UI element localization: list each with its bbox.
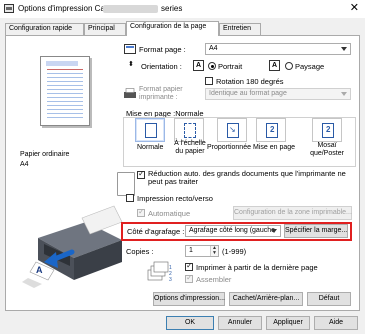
rotation-180-checkbox[interactable]: [205, 77, 213, 85]
printer-paper-icon: [124, 88, 136, 98]
stepper-arrows-icon[interactable]: ▲ ▼: [210, 246, 218, 256]
tab-principal[interactable]: Principal: [84, 23, 126, 35]
reduction-auto-label: Réduction auto. des grands documents que…: [148, 169, 346, 186]
print-options-window: Options d'impression Canon series ✕ Conf…: [0, 0, 365, 334]
layout-normale-label: Normale: [137, 144, 164, 151]
defaut-button[interactable]: Défaut: [307, 292, 351, 306]
agrafage-select[interactable]: Agrafage côté long (gauche: [185, 225, 281, 237]
cachet-arriere-plan-button[interactable]: Cachet/Arrière-plan...: [229, 292, 303, 306]
orientation-label: Orientation :: [141, 62, 182, 71]
format-papier-select[interactable]: Identique au format page: [205, 88, 351, 100]
paysage-a-icon: A: [269, 60, 280, 71]
options-impression-button[interactable]: Options d'impression...: [153, 292, 225, 306]
recto-verso-label: Impression recto/verso: [137, 194, 213, 203]
reduction-auto-checkbox[interactable]: [137, 169, 145, 179]
copies-value: 1: [189, 247, 193, 254]
paysage-radio[interactable]: [285, 62, 293, 70]
paysage-label: Paysage: [295, 62, 325, 71]
svg-text:3: 3: [169, 277, 172, 283]
automatique-label: Automatique: [148, 209, 191, 218]
format-papier-label-2: imprimante :: [139, 94, 178, 101]
scale-arrow-icon: ↘: [229, 125, 236, 134]
derniere-page-checkbox[interactable]: [185, 261, 193, 271]
tab-configuration-page[interactable]: Configuration de la page: [126, 21, 219, 36]
chevron-down-icon: [271, 229, 277, 233]
portrait-radio[interactable]: [208, 62, 216, 70]
automatique-checkbox[interactable]: [137, 207, 145, 217]
title-bar: Options d'impression Canon series ✕: [0, 0, 365, 18]
copies-range: (1-999): [222, 247, 247, 256]
layout-proportionnee-label: Proportionnée: [207, 144, 251, 151]
agrafage-value: Agrafage côté long (gauche: [189, 227, 276, 234]
format-papier-label-1: Format papier: [139, 86, 183, 93]
copies-stepper[interactable]: 1 ▲ ▼: [185, 245, 219, 257]
portrait-label: Portrait: [218, 62, 243, 71]
derniere-page-label: Imprimer à partir de la dernière page: [196, 263, 318, 272]
media-info: Papier ordinaire A4: [16, 145, 118, 192]
layout-mise-en-page-label: Mise en page: [253, 144, 296, 151]
copies-label: Copies :: [126, 247, 154, 256]
portrait-a-icon: A: [193, 60, 204, 71]
redacted-model-name: [103, 5, 158, 13]
assembler-label: Assembler: [196, 275, 232, 284]
appliquer-button[interactable]: Appliquer: [266, 316, 310, 330]
recto-verso-checkbox[interactable]: [126, 194, 134, 202]
aide-button[interactable]: Aide: [314, 316, 358, 330]
layout-badge: 2: [270, 125, 275, 134]
format-page-value: A4: [209, 45, 218, 52]
svg-text:A: A: [36, 265, 43, 275]
annuler-button[interactable]: Annuler: [218, 316, 262, 330]
close-icon[interactable]: ✕: [350, 2, 359, 14]
page-preview-sheet: [40, 56, 90, 126]
printer-illustration: A: [22, 205, 123, 288]
config-zone-imprimable-button[interactable]: Configuration de la zone imprimable...: [233, 206, 352, 220]
layout-echelle-button[interactable]: [174, 118, 204, 142]
tab-entretien[interactable]: Entretien: [219, 23, 261, 35]
agrafage-label: Côté d'agrafage :: [127, 227, 185, 236]
layout-mise-en-page-button[interactable]: 2: [256, 118, 286, 142]
page-icon: [117, 172, 135, 196]
layout-echelle-label: À l'échelle du papier: [174, 140, 206, 155]
printer-app-icon: [4, 4, 14, 13]
chevron-down-icon: [341, 47, 347, 51]
layout-proportionnee-button[interactable]: ↘: [217, 118, 247, 142]
format-page-label: Format page :: [139, 45, 186, 54]
media-size: A4: [20, 161, 29, 168]
orientation-arrow-icon: ⬍: [128, 61, 134, 68]
format-papier-value: Identique au format page: [209, 90, 287, 97]
chevron-down-icon: [341, 92, 347, 96]
layout-normale-button[interactable]: [135, 118, 165, 142]
media-type: Papier ordinaire: [20, 151, 70, 158]
assembler-checkbox[interactable]: [185, 273, 193, 283]
ok-button[interactable]: OK: [166, 316, 214, 330]
specifier-marge-button[interactable]: Spécifier la marge...: [284, 224, 348, 238]
window-title-suffix: series: [161, 4, 183, 13]
layout-mosaique-label: Mosaï que/Poster: [310, 142, 344, 157]
page-size-icon: [124, 44, 136, 54]
layout-mosaique-button[interactable]: 2: [312, 118, 342, 142]
tab-configuration-rapide[interactable]: Configuration rapide: [5, 23, 84, 35]
collate-pages-icon: 1 2 3: [147, 261, 172, 283]
rotation-180-label: Rotation 180 degrés: [216, 77, 284, 86]
layout-badge: 2: [326, 125, 331, 134]
format-page-select[interactable]: A4: [205, 43, 351, 55]
